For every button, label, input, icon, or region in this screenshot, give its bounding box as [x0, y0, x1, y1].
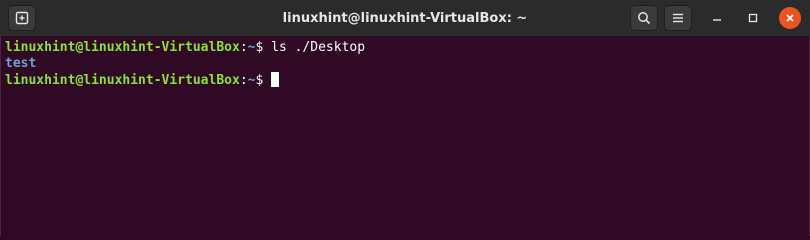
prompt-user-host: linuxhint@linuxhint-VirtualBox	[5, 73, 240, 88]
maximize-icon	[748, 13, 758, 23]
terminal-line-3: linuxhint@linuxhint-VirtualBox:~$	[5, 72, 809, 88]
terminal-window: linuxhint@linuxhint-VirtualBox: ~ linuxh…	[0, 0, 810, 236]
hamburger-menu-icon	[673, 13, 683, 23]
close-icon	[786, 14, 794, 22]
output-directory-entry: test	[5, 56, 37, 71]
minimize-button[interactable]	[704, 5, 730, 31]
terminal-line-1: linuxhint@linuxhint-VirtualBox:~$ ls ./D…	[5, 40, 809, 56]
minimize-icon	[713, 19, 721, 21]
text-cursor	[271, 72, 280, 87]
prompt-colon: :	[239, 40, 248, 55]
search-button[interactable]	[630, 5, 658, 31]
new-tab-button[interactable]	[8, 5, 36, 31]
terminal-line-2: test	[5, 56, 809, 72]
prompt-dollar: $	[255, 40, 272, 55]
menu-button[interactable]	[664, 5, 692, 31]
close-button[interactable]	[779, 7, 801, 29]
search-icon	[638, 12, 651, 25]
command-text: ls ./Desktop	[271, 40, 366, 55]
prompt-dollar: $	[255, 73, 272, 88]
prompt-colon: :	[239, 73, 248, 88]
new-tab-icon	[15, 11, 29, 25]
title-bar: linuxhint@linuxhint-VirtualBox: ~	[0, 0, 810, 36]
prompt-user-host: linuxhint@linuxhint-VirtualBox	[5, 40, 240, 55]
terminal-area[interactable]: linuxhint@linuxhint-VirtualBox:~$ ls ./D…	[0, 36, 810, 236]
terminal-scrollbar[interactable]	[803, 40, 809, 230]
maximize-button[interactable]	[740, 5, 766, 31]
